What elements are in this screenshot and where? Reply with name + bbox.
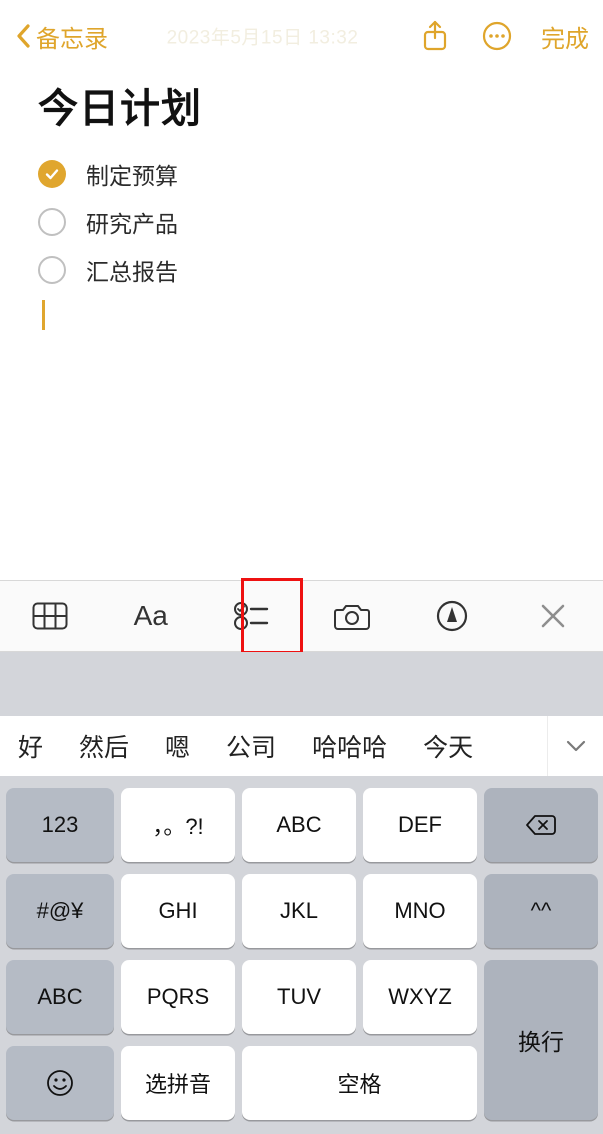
candidate-list[interactable]: 好 然后 嗯 公司 哈哈哈 今天 — [0, 716, 547, 776]
key-abc-switch[interactable]: ABC — [6, 960, 114, 1034]
note-body[interactable]: 今日计划 制定预算 研究产品 汇总报告 — [0, 72, 603, 335]
key-punctuation[interactable]: ，。?! — [121, 788, 235, 862]
candidate-item[interactable]: 公司 — [208, 716, 294, 776]
key-space[interactable]: 空格 — [242, 1046, 477, 1120]
key-select-pinyin[interactable]: 选拼音 — [121, 1046, 235, 1120]
key-mno[interactable]: MNO — [363, 874, 477, 948]
checklist-bullet-checked[interactable] — [38, 160, 66, 188]
key-abc[interactable]: ABC — [242, 788, 356, 862]
key-jkl[interactable]: JKL — [242, 874, 356, 948]
ghost-date: 2023年5月15日 13:32 — [167, 23, 359, 50]
checklist-bullet-unchecked[interactable] — [38, 208, 66, 236]
checklist-bullet-unchecked[interactable] — [38, 256, 66, 284]
checklist-button[interactable] — [201, 601, 302, 631]
candidate-item[interactable]: 嗯 — [147, 716, 208, 776]
text-cursor-line[interactable] — [38, 300, 565, 335]
candidate-item[interactable]: 哈哈哈 — [294, 716, 405, 776]
candidate-item[interactable]: 然后 — [61, 716, 147, 776]
back-button[interactable]: 备忘录 — [14, 19, 108, 54]
todo-item[interactable]: 研究产品 — [38, 198, 565, 246]
backspace-icon — [525, 813, 557, 837]
key-return[interactable]: 换行 — [484, 960, 598, 1120]
todo-text[interactable]: 制定预算 — [86, 157, 178, 191]
key-pqrs[interactable]: PQRS — [121, 960, 235, 1034]
share-icon[interactable] — [417, 18, 453, 54]
text-caret — [42, 300, 45, 330]
more-icon[interactable] — [479, 18, 515, 54]
candidate-bar: 好 然后 嗯 公司 哈哈哈 今天 — [0, 716, 603, 776]
key-ghi[interactable]: GHI — [121, 874, 235, 948]
text-format-button[interactable]: Aa — [101, 600, 202, 632]
key-emoji[interactable] — [6, 1046, 114, 1120]
todo-text[interactable]: 汇总报告 — [86, 253, 178, 287]
aa-label: Aa — [134, 600, 168, 632]
emoji-icon — [46, 1069, 74, 1097]
camera-button[interactable] — [302, 601, 403, 631]
todo-item[interactable]: 汇总报告 — [38, 246, 565, 294]
markup-button[interactable] — [402, 600, 503, 632]
keyboard-gap — [0, 652, 603, 716]
note-title[interactable]: 今日计划 — [38, 76, 565, 134]
key-def[interactable]: DEF — [363, 788, 477, 862]
candidate-item[interactable]: 好 — [0, 716, 61, 776]
todo-list: 制定预算 研究产品 汇总报告 — [38, 150, 565, 335]
key-backspace[interactable] — [484, 788, 598, 862]
back-label: 备忘录 — [36, 19, 108, 54]
key-tuv[interactable]: TUV — [242, 960, 356, 1034]
nav-header: 备忘录 2023年5月15日 13:32 完成 — [0, 0, 603, 72]
format-toolbar: Aa — [0, 580, 603, 652]
key-emoticon[interactable]: ^^ — [484, 874, 598, 948]
key-symbols[interactable]: #@¥ — [6, 874, 114, 948]
todo-item[interactable]: 制定预算 — [38, 150, 565, 198]
expand-candidates-button[interactable] — [547, 716, 603, 776]
todo-text[interactable]: 研究产品 — [86, 205, 178, 239]
key-123[interactable]: 123 — [6, 788, 114, 862]
dismiss-keyboard-button[interactable] — [503, 603, 603, 629]
done-button[interactable]: 完成 — [541, 19, 589, 54]
candidate-item[interactable]: 今天 — [405, 716, 491, 776]
key-wxyz[interactable]: WXYZ — [363, 960, 477, 1034]
table-button[interactable] — [0, 602, 101, 630]
keyboard: 123 ，。?! ABC DEF #@¥ GHI JKL MNO ^^ ABC … — [0, 776, 603, 1134]
chevron-left-icon — [14, 22, 32, 50]
